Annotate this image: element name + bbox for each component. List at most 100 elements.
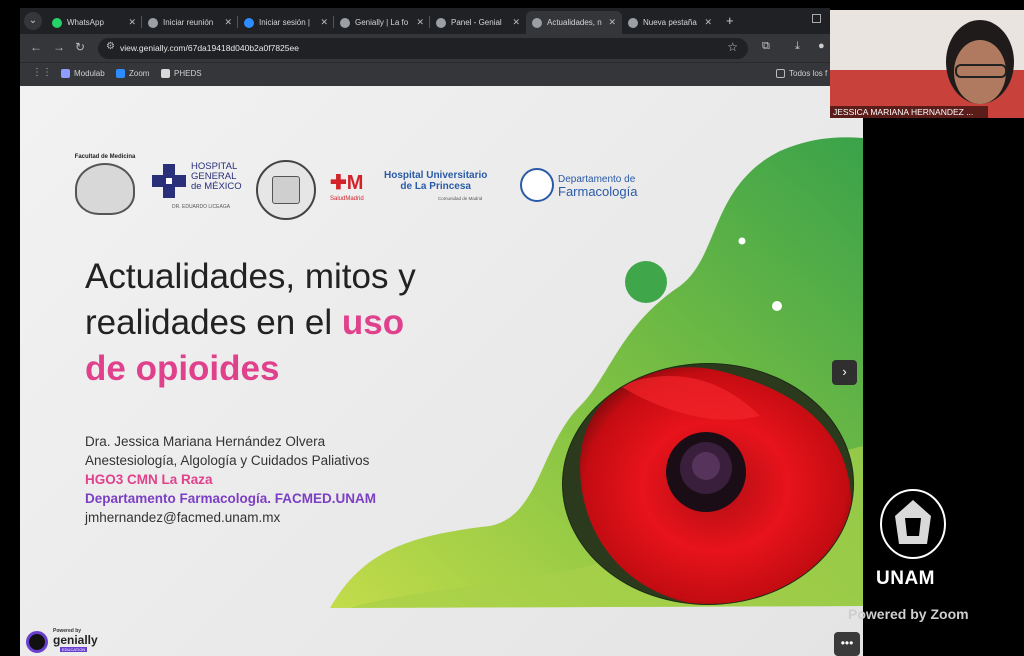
tab-title: Actualidades, n <box>547 18 602 28</box>
genially-slide: Facultad de Medicina HOSPITAL GENERAL de… <box>20 86 863 656</box>
back-icon[interactable]: ← <box>30 40 42 54</box>
bookmarks-bar: ⋮⋮ Modulab Zoom PHEDS Todos los f <box>20 62 830 86</box>
bookmark-label: Zoom <box>129 69 150 78</box>
facmed-logo-text: Facultad de Medicina <box>74 154 136 160</box>
browser-tab[interactable]: Iniciar reunión ✕ <box>142 11 238 34</box>
more-options-button[interactable]: ••• <box>834 632 860 656</box>
tab-close-icon[interactable]: ✕ <box>128 11 136 34</box>
princesa-line2: de La Princesa <box>400 181 471 192</box>
tab-title: Genially | La fo <box>355 18 409 28</box>
download-icon[interactable]: ⤓ <box>795 40 800 53</box>
screen: ⌄ WhatsApp ✕ Iniciar reunión ✕ Iniciar sesió… <box>0 0 1024 656</box>
browser-tab[interactable]: Nueva pestaña ✕ <box>622 11 718 34</box>
author-department: Departamento Farmacología. FACMED.UNAM <box>85 491 377 506</box>
tab-title: Panel - Genial <box>451 18 502 28</box>
tab-separator <box>141 16 142 28</box>
tab-favicon-icon <box>148 17 158 28</box>
tab-close-icon[interactable]: ✕ <box>320 11 328 34</box>
genially-edu-tag: EDUCATION <box>60 647 88 652</box>
bookmark-label: Modulab <box>74 69 105 78</box>
reload-icon[interactable]: ↻ <box>75 40 85 54</box>
bookmark-label: Todos los f <box>789 69 828 78</box>
next-slide-button[interactable]: › <box>832 360 857 385</box>
participant-video[interactable] <box>830 10 1024 118</box>
participant-name-label: JESSICA MARIANA HERNANDEZ ... <box>830 106 988 118</box>
unam-label: UNAM <box>876 568 935 589</box>
salud-madrid-text: SaludMadrid <box>330 196 364 202</box>
tab-favicon-icon <box>532 17 542 28</box>
tab-title: Nueva pestaña <box>643 18 697 28</box>
princesa-logo: ✚M SaludMadrid Hospital Universitario de… <box>330 170 510 212</box>
slide-title: Actualidades, mitos y realidades en el u… <box>85 254 505 392</box>
participant-avatar <box>830 10 1024 118</box>
profile-icon[interactable]: ● <box>818 40 825 52</box>
tab-favicon-icon <box>628 17 638 28</box>
author-specialty: Anestesiología, Algología y Cuidados Pal… <box>85 453 370 468</box>
title-line-1: Actualidades, mitos y <box>85 257 416 296</box>
tab-close-icon[interactable]: ✕ <box>416 11 424 34</box>
site-info-icon[interactable]: ⚙ <box>106 41 115 52</box>
bookmark-star-icon[interactable]: ☆ <box>727 40 738 54</box>
farmacologia-logo: Departamento de Farmacología <box>520 168 660 208</box>
genially-logo-icon <box>26 631 48 653</box>
forward-icon[interactable]: → <box>53 40 65 54</box>
browser-tab[interactable]: Actualidades, n ✕ <box>526 11 622 34</box>
tab-separator <box>237 16 238 28</box>
tab-title: Iniciar reunión <box>163 18 214 28</box>
hgm-line3: de MÉXICO <box>191 181 242 192</box>
genially-name: genially <box>53 633 98 647</box>
title-highlight-opioides: de opioides <box>85 349 280 388</box>
hospital-general-logo: HOSPITAL GENERAL de MÉXICO DR. EDUARDO L… <box>152 162 248 214</box>
new-tab-button[interactable]: + <box>726 13 734 28</box>
folder-icon <box>776 69 785 79</box>
farmacologia-emblem-icon <box>520 168 554 202</box>
genially-badge[interactable]: Powered by genially EDUCATION <box>26 628 116 654</box>
seal-building-icon <box>272 176 300 204</box>
bookmark-label: PHEDS <box>174 69 202 78</box>
tab-title: WhatsApp <box>67 18 104 28</box>
url-text: view.genially.com/67da19418d040b2a0f7825… <box>120 43 299 53</box>
madrid-m-icon: ✚M <box>330 172 364 194</box>
bookmark-zoom[interactable]: Zoom <box>116 69 150 79</box>
extensions-icon[interactable]: ⧉ <box>762 40 770 53</box>
pheds-icon <box>161 69 170 79</box>
tab-separator <box>429 16 430 28</box>
apps-icon[interactable]: ⋮⋮ <box>32 67 52 78</box>
tab-favicon-icon <box>436 17 446 28</box>
browser-tab[interactable]: WhatsApp ✕ <box>46 11 142 34</box>
unam-emblem-icon <box>880 489 946 559</box>
address-bar[interactable]: ⚙ view.genially.com/67da19418d040b2a0f78… <box>98 38 748 59</box>
powered-by-zoom: Powered by Zoom <box>848 606 969 622</box>
zoom-icon <box>116 69 125 79</box>
hospital-seal-logo <box>256 160 316 220</box>
author-hospital: HGO3 CMN La Raza <box>85 472 213 487</box>
princesa-line1: Hospital Universitario <box>384 170 488 181</box>
tab-separator <box>333 16 334 28</box>
hgm-cross-icon <box>152 164 186 198</box>
browser-tab[interactable]: Genially | La fo ✕ <box>334 11 430 34</box>
browser-window: ⌄ WhatsApp ✕ Iniciar reunión ✕ Iniciar sesió… <box>20 8 830 86</box>
title-highlight-uso: uso <box>341 303 405 342</box>
tab-favicon-icon <box>52 17 62 28</box>
tab-favicon-icon <box>244 17 254 28</box>
farma-line2: Farmacología <box>558 184 638 199</box>
tab-close-icon[interactable]: ✕ <box>224 11 232 34</box>
bookmark-modulab[interactable]: Modulab <box>61 69 105 79</box>
all-bookmarks-folder[interactable]: Todos los f <box>776 69 828 79</box>
browser-tab[interactable]: Iniciar sesión | ✕ <box>238 11 334 34</box>
bookmark-pheds[interactable]: PHEDS <box>161 69 202 79</box>
facmed-logo: Facultad de Medicina <box>68 154 142 224</box>
author-block: Dra. Jessica Mariana Hernández Olvera An… <box>85 432 376 527</box>
title-line-2: realidades en el <box>85 303 342 342</box>
tab-close-icon[interactable]: ✕ <box>704 11 712 34</box>
tab-title: Iniciar sesión | <box>259 18 310 28</box>
tab-close-icon[interactable]: ✕ <box>512 11 520 34</box>
author-email: jmhernandez@facmed.unam.mx <box>85 510 281 525</box>
maximize-icon[interactable] <box>812 14 821 23</box>
hgm-subtitle: DR. EDUARDO LICEAGA <box>172 204 231 210</box>
facmed-emblem-icon <box>75 163 135 215</box>
author-name: Dra. Jessica Mariana Hernández Olvera <box>85 434 326 449</box>
tab-search-icon[interactable]: ⌄ <box>24 12 42 30</box>
browser-tab[interactable]: Panel - Genial ✕ <box>430 11 526 34</box>
tab-close-icon[interactable]: ✕ <box>608 11 616 34</box>
